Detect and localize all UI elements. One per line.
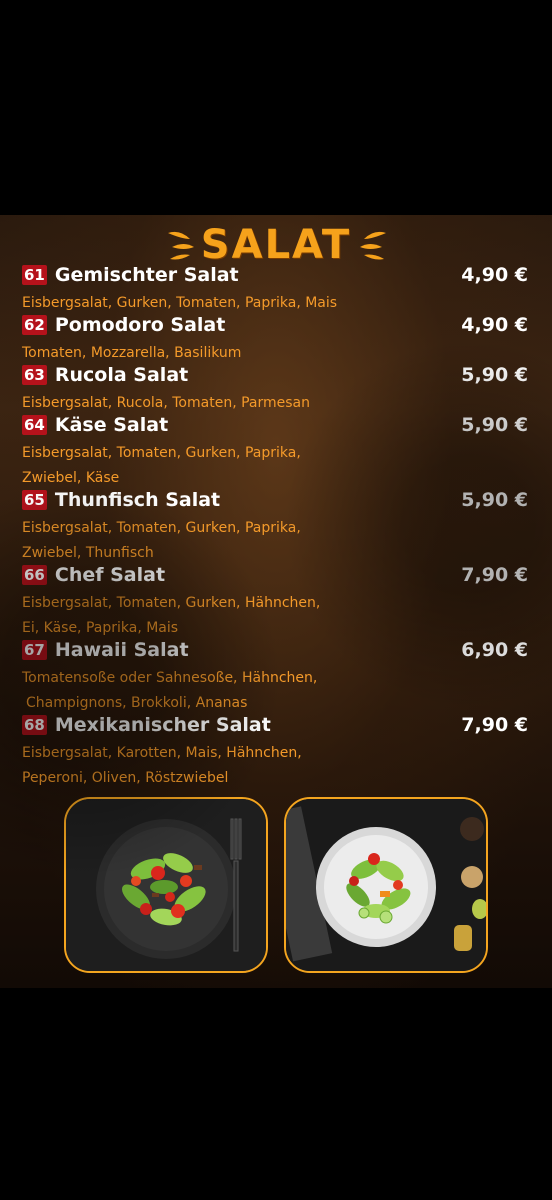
item-description: Eisbergsalat, Tomaten, Gurken, Paprika, …: [22, 516, 352, 566]
item-price: 6,90 €: [461, 639, 528, 661]
item-price: 5,90 €: [461, 364, 528, 386]
item-description: Tomatensoße oder Sahnesoße, Hähnchen, Ch…: [22, 666, 352, 716]
item-description: Eisbergsalat, Tomaten, Gurken, Hähnchen,…: [22, 591, 352, 641]
description-line: Eisbergsalat, Tomaten, Gurken, Hähnchen,: [22, 595, 321, 611]
description-line: Eisbergsalat, Karotten, Mais, Hähnchen,: [22, 745, 302, 761]
item-number: 61: [22, 265, 47, 285]
item-name: Pomodoro Salat: [54, 314, 226, 336]
item-name: Thunfisch Salat: [54, 489, 221, 511]
salad-menu-board: SALAT 61 Gemischter Salat 4,90 € Eisberg…: [0, 215, 552, 988]
item-number: 65: [22, 490, 47, 510]
description-line: Tomatensoße oder Sahnesoße, Hähnchen,: [22, 670, 318, 686]
item-number: 68: [22, 715, 47, 735]
item-number: 67: [22, 640, 47, 660]
item-number: 63: [22, 365, 47, 385]
salad-plate-with-fork-icon: [66, 799, 266, 971]
item-number: 66: [22, 565, 47, 585]
salad-photo-left: [64, 797, 268, 973]
item-name: Mexikanischer Salat: [54, 714, 271, 736]
description-line: Eisbergsalat, Tomaten, Gurken, Paprika,: [22, 445, 301, 461]
item-description: Eisbergsalat, Tomaten, Gurken, Paprika, …: [22, 441, 352, 491]
splash-right-icon: [360, 231, 386, 260]
item-price: 4,90 €: [461, 314, 528, 336]
item-name: Hawaii Salat: [54, 639, 189, 661]
item-price: 5,90 €: [461, 489, 528, 511]
section-title: SALAT: [200, 222, 352, 268]
item-price: 5,90 €: [461, 414, 528, 436]
item-number: 62: [22, 315, 47, 335]
item-name: Käse Salat: [54, 414, 169, 436]
salad-plate-with-dressing-icon: [286, 799, 486, 971]
description-line: Peperoni, Oliven, Röstzwiebel: [22, 770, 229, 786]
item-price: 4,90 €: [461, 264, 528, 286]
salad-photo-right: [284, 797, 488, 973]
item-name: Rucola Salat: [54, 364, 189, 386]
item-name: Chef Salat: [54, 564, 166, 586]
item-name: Gemischter Salat: [54, 264, 239, 286]
item-price: 7,90 €: [461, 564, 528, 586]
item-description: Eisbergsalat, Karotten, Mais, Hähnchen, …: [22, 741, 352, 791]
item-number: 64: [22, 415, 47, 435]
description-line: Eisbergsalat, Tomaten, Gurken, Paprika,: [22, 520, 301, 536]
item-price: 7,90 €: [461, 714, 528, 736]
